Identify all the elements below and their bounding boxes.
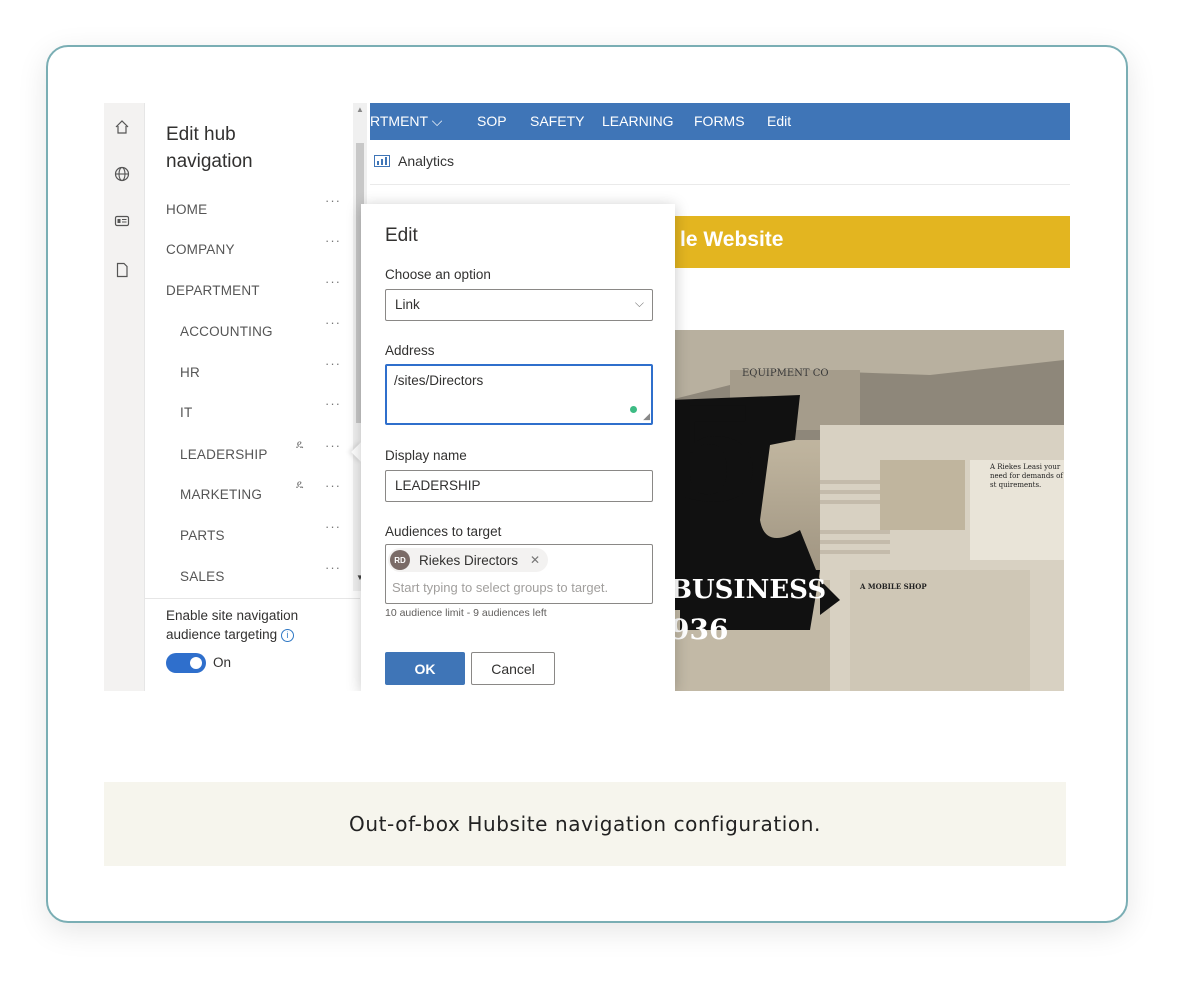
nav-item-label: LEADERSHIP (180, 446, 268, 462)
figure-caption: Out-of-box Hubsite navigation configurat… (104, 782, 1066, 866)
more-options-icon[interactable]: ··· (325, 519, 341, 534)
display-name-value: LEADERSHIP (395, 478, 481, 493)
nav-item-label: IT (180, 404, 193, 420)
info-icon[interactable]: i (280, 628, 294, 642)
nav-item-it[interactable]: IT ··· (180, 396, 341, 423)
top-nav-safety[interactable]: SAFETY (530, 113, 584, 129)
nav-item-company[interactable]: COMPANY ··· (166, 233, 341, 260)
news-icon[interactable] (112, 211, 132, 231)
analytics-icon (374, 155, 390, 167)
audience-chip[interactable]: RD Riekes Directors ✕ (388, 548, 549, 572)
nav-item-label: SALES (180, 568, 225, 584)
more-options-icon[interactable]: ··· (325, 356, 341, 371)
nav-item-department[interactable]: DEPARTMENT ··· (166, 274, 341, 301)
site-top-nav: RTMENT ⌵ SOP SAFETY LEARNING FORMS Edit (370, 103, 1070, 140)
photo-year-text: 936 (670, 613, 729, 646)
sub-nav-analytics[interactable]: Analytics (374, 153, 454, 169)
nav-item-label: MARKETING (180, 486, 263, 502)
option-select[interactable]: Link ⌵ (385, 289, 653, 321)
cancel-button[interactable]: Cancel (471, 652, 555, 685)
audiences-label: Audiences to target (385, 524, 502, 539)
resize-handle-icon[interactable]: ◢ (643, 411, 650, 422)
more-options-icon[interactable]: ··· (325, 233, 341, 248)
more-options-icon[interactable]: ··· (325, 438, 341, 453)
nav-item-label: HOME (166, 201, 208, 217)
screenshot-frame: Edit hub navigation HOME ··· COMPANY ···… (104, 103, 1070, 691)
nav-item-accounting[interactable]: ACCOUNTING ··· (180, 315, 341, 342)
enable-targeting-text: Enable site navigation audience targetin… (166, 608, 299, 642)
nav-item-label: ACCOUNTING (180, 323, 273, 339)
caption-text: Out-of-box Hubsite navigation configurat… (348, 812, 821, 836)
nav-item-hr[interactable]: HR ··· (180, 356, 341, 383)
edit-hub-navigation-panel: Edit hub navigation HOME ··· COMPANY ···… (145, 103, 360, 691)
globe-icon[interactable] (112, 164, 132, 184)
nav-item-home[interactable]: HOME ··· (166, 193, 341, 220)
history-photo-collage: EQUIPMENT CO 5 BUSINESS 936 A MOBILE SHO… (670, 330, 1064, 691)
display-name-field[interactable]: LEADERSHIP (385, 470, 653, 502)
audience-limit-text: 10 audience limit - 9 audiences left (385, 607, 547, 619)
photo-caption-text: A Riekes Leasi your need for demands of … (990, 463, 1063, 489)
close-icon[interactable]: ✕ (530, 553, 540, 567)
option-select-value: Link (395, 297, 420, 312)
sub-nav-label: Analytics (398, 153, 455, 169)
top-nav-edit[interactable]: Edit (767, 113, 791, 129)
nav-item-leadership[interactable]: LEADERSHIP ዴ ··· (180, 438, 341, 465)
more-options-icon[interactable]: ··· (325, 274, 341, 289)
nav-item-label: COMPANY (166, 241, 235, 257)
ok-button[interactable]: OK (385, 652, 465, 685)
photo-mobile-shop-text: A MOBILE SHOP (860, 582, 927, 591)
audience-icon: ዴ (296, 439, 304, 451)
toggle-state-label: On (213, 655, 232, 670)
nav-item-label: DEPARTMENT (166, 282, 260, 298)
top-nav-forms[interactable]: FORMS (694, 113, 745, 129)
banner-text: le Website (680, 228, 784, 251)
top-nav-learning[interactable]: LEARNING (602, 113, 674, 129)
more-options-icon[interactable]: ··· (325, 396, 341, 411)
photo-business-text: BUSINESS (670, 575, 827, 605)
scroll-up-arrow-icon[interactable]: ▲ (356, 105, 364, 114)
address-value: /sites/Directors (394, 373, 484, 388)
edit-link-dialog: Edit Choose an option Link ⌵ Address /si… (361, 204, 675, 691)
more-options-icon[interactable]: ··· (325, 193, 341, 208)
chevron-down-icon: ⌵ (634, 296, 644, 310)
more-options-icon[interactable]: ··· (325, 478, 341, 493)
status-dot (630, 406, 637, 413)
nav-item-sales[interactable]: SALES ··· (180, 560, 341, 587)
nav-item-label: HR (180, 364, 200, 380)
nav-item-marketing[interactable]: MARKETING ዴ ··· (180, 478, 341, 505)
panel-divider (145, 598, 360, 599)
audience-placeholder[interactable]: Start typing to select groups to target. (392, 580, 608, 595)
toggle-knob (190, 657, 202, 669)
display-name-label: Display name (385, 448, 467, 463)
sub-nav-divider (370, 184, 1070, 185)
dialog-title: Edit (385, 225, 418, 246)
audience-icon: ዴ (296, 479, 304, 491)
panel-title: Edit hub navigation (166, 124, 253, 172)
nav-item-parts[interactable]: PARTS ··· (180, 519, 341, 546)
photo-big-number: 5 (672, 378, 763, 531)
address-label: Address (385, 343, 435, 358)
top-nav-sop[interactable]: SOP (477, 113, 507, 129)
audience-chip-name: Riekes Directors (419, 552, 519, 568)
audience-picker[interactable]: RD Riekes Directors ✕ Start typing to se… (385, 544, 653, 604)
home-icon[interactable] (112, 117, 132, 137)
document-icon[interactable] (112, 260, 132, 280)
address-field[interactable]: /sites/Directors ◢ (385, 364, 653, 425)
top-nav-department[interactable]: RTMENT ⌵ (370, 113, 442, 130)
enable-targeting-label: Enable site navigation audience targetin… (166, 606, 336, 644)
audience-targeting-toggle[interactable] (166, 653, 206, 673)
avatar: RD (390, 550, 410, 570)
app-rail (104, 103, 145, 691)
site-banner: le Website (670, 216, 1070, 268)
more-options-icon[interactable]: ··· (325, 560, 341, 575)
nav-item-label: PARTS (180, 527, 225, 543)
more-options-icon[interactable]: ··· (325, 315, 341, 330)
choose-option-label: Choose an option (385, 267, 491, 282)
